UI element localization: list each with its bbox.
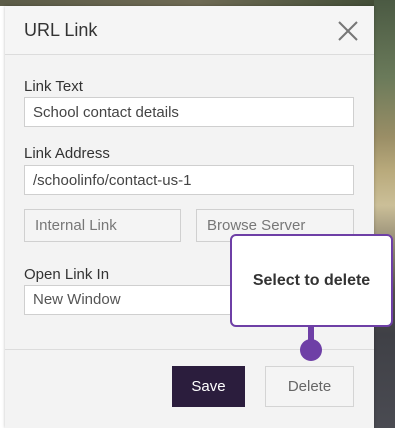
link-address-input[interactable] xyxy=(24,165,354,195)
tooltip-pointer-dot xyxy=(300,339,322,361)
delete-hint-tooltip: Select to delete xyxy=(230,234,393,327)
tooltip-text: Select to delete xyxy=(252,271,371,289)
internal-link-button[interactable]: Internal Link xyxy=(24,209,181,242)
backdrop-photo-strip xyxy=(374,0,395,428)
link-address-label: Link Address xyxy=(24,145,110,162)
save-button[interactable]: Save xyxy=(172,366,245,407)
close-icon xyxy=(338,21,358,41)
close-button[interactable] xyxy=(335,18,361,44)
open-link-in-value: New Window xyxy=(33,291,121,308)
delete-button[interactable]: Delete xyxy=(265,366,354,407)
open-link-in-label: Open Link In xyxy=(24,266,110,283)
dialog-header: URL Link xyxy=(5,6,374,55)
link-text-input[interactable] xyxy=(24,97,354,127)
link-text-label: Link Text xyxy=(24,78,83,95)
dialog-title: URL Link xyxy=(24,20,98,40)
open-link-in-select[interactable]: New Window xyxy=(24,285,236,315)
url-link-dialog: URL Link Link Text Link Address Internal… xyxy=(5,6,374,428)
